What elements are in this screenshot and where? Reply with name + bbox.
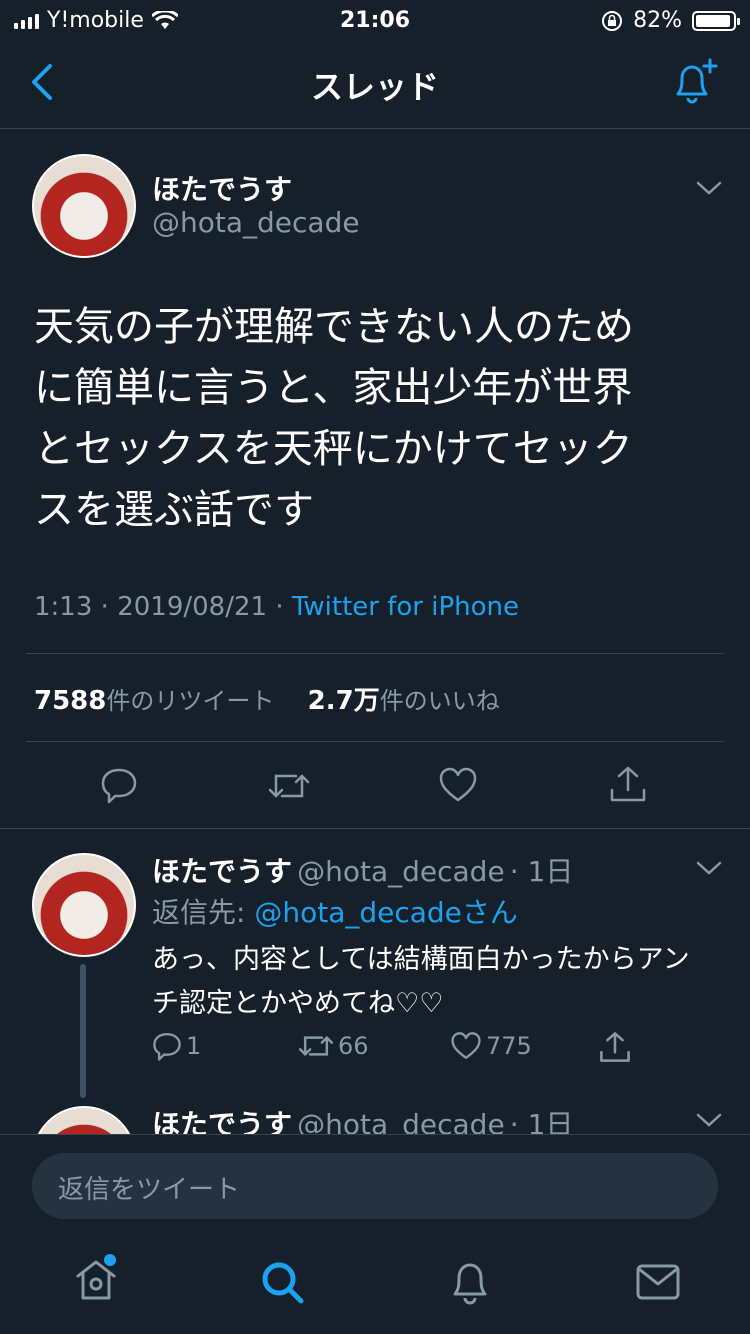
third-author-avatar[interactable] [32, 1106, 136, 1134]
page-title: スレッド [310, 68, 439, 106]
reply-count: 1 [186, 1032, 202, 1060]
tweet-text: 天気の子が理解できない人のため に簡単に言うと、家出少年が世界 とセックスを天秤… [34, 297, 734, 541]
tweet-source-link[interactable]: Twitter for iPhone [292, 592, 519, 622]
nav-bar: スレッド [0, 40, 750, 129]
messages-icon[interactable] [634, 1262, 682, 1302]
replying-to: 返信先: @hota_decadeさん [152, 891, 518, 931]
chevron-down-icon[interactable] [694, 1110, 724, 1130]
reply-icon[interactable] [100, 766, 138, 804]
thread-connector [80, 964, 86, 1098]
tweet-text-line: 天気の子が理解できない人のため [34, 304, 634, 350]
reply-text-line: あっ、内容としては結構面白かったからアン [152, 944, 690, 975]
divider [0, 828, 750, 829]
tweet-text-line: に簡単に言うと、家出少年が世界 [34, 365, 633, 411]
author-avatar[interactable] [32, 154, 136, 258]
notification-bell-plus-icon[interactable] [666, 56, 722, 108]
reply-text-line: チ認定とかやめてね♡♡ [152, 988, 444, 1019]
battery-icon [692, 10, 740, 31]
reply-age: · 1日 [509, 855, 574, 888]
reply-placeholder: 返信をツイート [58, 1175, 241, 1205]
reply-icon [153, 1032, 181, 1061]
like-icon[interactable] [438, 766, 478, 804]
divider [0, 1134, 750, 1135]
reply-author-name[interactable]: ほたでうす [152, 855, 292, 888]
chevron-down-icon[interactable] [694, 858, 724, 878]
tweet-date: 2019/08/21 [117, 592, 268, 622]
likes-stat[interactable]: 2.7万件のいいね [307, 686, 500, 716]
share-icon[interactable] [608, 764, 648, 804]
like-label: 件のいいね [379, 687, 500, 715]
search-icon[interactable] [258, 1258, 306, 1306]
chevron-down-icon[interactable] [694, 178, 724, 198]
reply-text: あっ、内容としては結構面白かったからアン チ認定とかやめてね♡♡ [152, 938, 690, 1026]
retweet-count: 66 [338, 1032, 369, 1060]
third-tweet-header: ほたでうす @hota_decade · 1日 [152, 1103, 573, 1134]
author-name[interactable]: ほたでうす [152, 168, 292, 208]
reply-like-button[interactable]: 775 [450, 1030, 532, 1062]
third-tweet-clip: ほたでうす @hota_decade · 1日 [0, 1100, 750, 1134]
tweet-text-line: とセックスを天秤にかけてセック [34, 426, 633, 472]
tweet-time: 1:13 [34, 592, 93, 622]
home-unread-dot [104, 1254, 116, 1266]
reply-author-avatar[interactable] [32, 853, 136, 957]
battery-percent: 82% [633, 8, 682, 33]
retweet-icon [298, 1036, 334, 1056]
retweet-count: 7588 [34, 686, 107, 716]
reply-retweet-button[interactable]: 66 [298, 1030, 369, 1062]
status-bar: Y!mobile 21:06 82% [0, 0, 750, 40]
divider [26, 741, 724, 742]
notifications-icon[interactable] [446, 1258, 494, 1306]
divider [26, 653, 724, 654]
meta-separator: · [275, 592, 284, 622]
reply-header: ほたでうす @hota_decade · 1日 [152, 850, 573, 890]
status-right: 82% [601, 8, 740, 33]
replying-to-handle[interactable]: @hota_decadeさん [254, 896, 518, 929]
meta-separator: · [100, 592, 109, 622]
like-count: 775 [486, 1032, 532, 1060]
share-icon[interactable] [598, 1030, 632, 1064]
retweet-label: 件のリツイート [106, 687, 275, 715]
retweet-icon[interactable] [268, 768, 310, 804]
third-author-handle[interactable]: @hota_decade [297, 1108, 505, 1134]
retweets-stat[interactable]: 7588件のリツイート [34, 686, 275, 716]
reply-composer-input[interactable]: 返信をツイート [32, 1153, 718, 1219]
tweet-meta: 1:13 · 2019/08/21 · Twitter for iPhone [34, 592, 519, 622]
reply-author-handle[interactable]: @hota_decade [297, 855, 505, 888]
replying-to-label: 返信先: [152, 896, 255, 929]
like-icon [451, 1032, 481, 1060]
third-author-name[interactable]: ほたでうす [152, 1108, 292, 1134]
like-count: 2.7万 [307, 686, 380, 716]
orientation-lock-icon [602, 10, 623, 31]
tab-bar [0, 1238, 750, 1334]
tweet-text-line: スを選ぶ話です [34, 487, 314, 533]
reply-reply-button[interactable]: 1 [152, 1030, 201, 1062]
third-age: · 1日 [509, 1108, 574, 1134]
engagement-stats: 7588件のリツイート 2.7万件のいいね [34, 680, 500, 717]
author-handle[interactable]: @hota_decade [152, 206, 360, 239]
